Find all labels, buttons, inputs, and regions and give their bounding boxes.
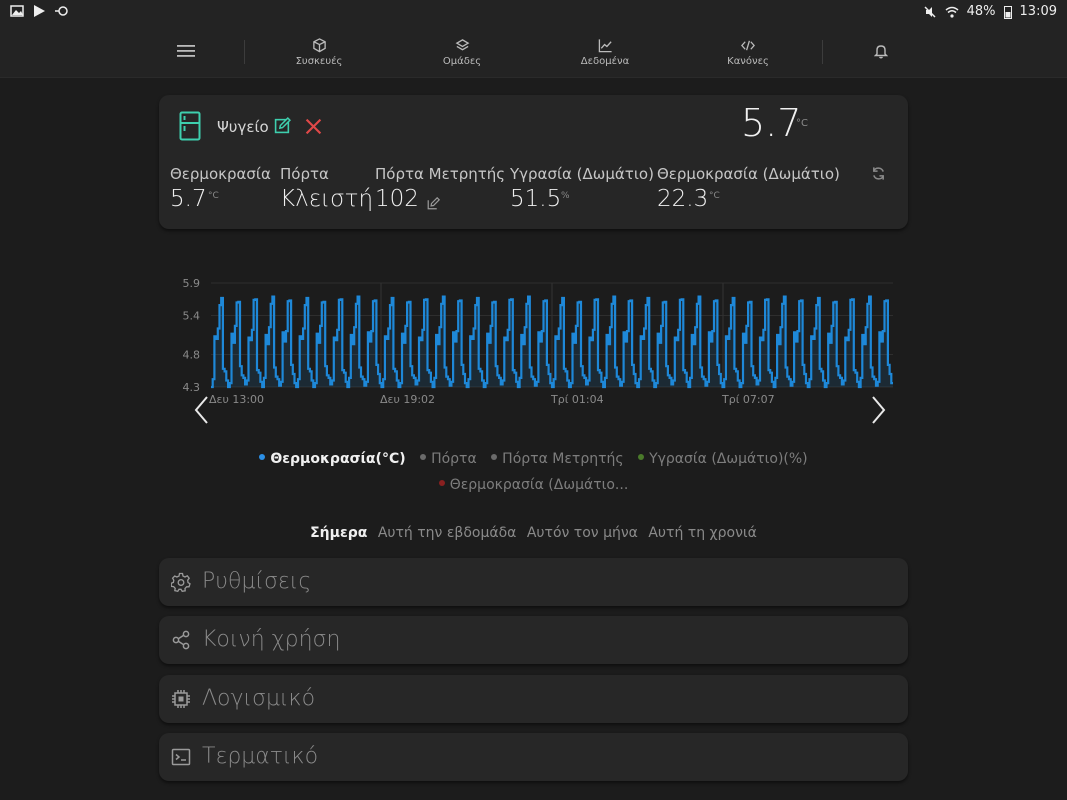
- section-settings-label: Ρυθμίσεις: [202, 569, 312, 594]
- legend-label: Πόρτα: [431, 451, 477, 467]
- code-icon: [741, 40, 755, 50]
- tab-data[interactable]: Δεδομένα: [565, 26, 645, 78]
- clock: 13:09: [1019, 4, 1057, 19]
- legend-item-room-temperature[interactable]: Θερμοκρασία (Δωμάτιο...: [438, 475, 629, 495]
- section-terminal-label: Τερματικό: [202, 744, 319, 769]
- menu-icon: [177, 44, 195, 57]
- sync-icon: [55, 6, 68, 16]
- range-week[interactable]: Αυτή την εβδομάδα: [378, 525, 517, 541]
- menu-button[interactable]: [170, 26, 202, 78]
- metric-room-temperature-label: Θερμοκρασία (Δωμάτιο): [657, 165, 840, 183]
- chip-icon: [172, 690, 190, 708]
- x-tick-label: Τρί 01:04: [550, 393, 604, 406]
- battery-level: 48%: [966, 4, 996, 19]
- metric-room-humidity-value: 51.5: [510, 186, 562, 212]
- main-temperature-value: 5.7: [741, 101, 802, 145]
- wifi-icon: [945, 6, 959, 18]
- tab-devices-label: Συσκευές: [295, 55, 343, 67]
- play-store-icon: [34, 5, 45, 17]
- y-tick-label: 5.4: [183, 310, 201, 323]
- image-icon: [10, 5, 24, 17]
- chart-canvas: 5.9 5.4 4.8 4.3 Δευ 13:00 Δευ 19:02 Τρί 01:04…: [183, 277, 893, 424]
- chart-legend: Θερμοκρασία(°C) Πόρτα Πόρτα Μετρητής Υγρ…: [0, 449, 1067, 501]
- y-tick-label: 5.9: [183, 277, 201, 290]
- range-year[interactable]: Αυτή τη χρονιά: [648, 525, 757, 541]
- legend-dot: [438, 480, 445, 486]
- metric-temperature-value: 5.7: [170, 186, 207, 212]
- legend-item-door-counter[interactable]: Πόρτα Μετρητής: [491, 449, 624, 469]
- metric-door-value: Κλειστή: [280, 186, 374, 212]
- legend-label: Θερμοκρασία (Δωμάτιο...: [449, 477, 629, 493]
- section-software-label: Λογισμικό: [202, 686, 316, 711]
- tab-devices[interactable]: Συσκευές: [279, 26, 359, 78]
- share-icon: [172, 630, 190, 650]
- metric-door-counter-label: Πόρτα Μετρητής: [375, 165, 506, 183]
- main-temperature-unit: °C: [796, 118, 808, 129]
- section-sharing[interactable]: Κοινή χρήση: [159, 616, 908, 664]
- metric-temperature-unit: °C: [208, 191, 219, 201]
- legend-dot: [420, 454, 427, 460]
- section-settings[interactable]: Ρυθμίσεις: [159, 558, 908, 606]
- metric-door-label: Πόρτα: [280, 165, 329, 183]
- legend-dot: [491, 454, 498, 460]
- battery-icon: [1003, 5, 1012, 19]
- section-software[interactable]: Λογισμικό: [159, 675, 908, 723]
- status-bar: 48% 13:09: [0, 0, 1067, 26]
- legend-dot: [259, 454, 266, 460]
- section-terminal[interactable]: Τερματικό: [159, 733, 908, 781]
- fridge-icon: [179, 111, 201, 141]
- tab-data-label: Δεδομένα: [580, 55, 630, 67]
- legend-item-temperature[interactable]: Θερμοκρασία(°C): [259, 449, 406, 469]
- tab-groups-label: Ομάδες: [442, 55, 482, 67]
- range-today[interactable]: Σήμερα: [310, 525, 367, 541]
- device-card: Ψυγείο 5.7 °C Θερμοκρασία 5.7 °C Πόρτα Κ…: [159, 95, 908, 229]
- delete-icon[interactable]: [305, 118, 322, 135]
- legend-dot: [638, 454, 645, 460]
- range-month[interactable]: Αυτόν τον μήνα: [527, 525, 638, 541]
- legend-item-room-humidity[interactable]: Υγρασία (Δωμάτιο)(%): [638, 449, 808, 469]
- edit-icon[interactable]: [274, 117, 291, 134]
- x-tick-label: Δευ 19:02: [380, 393, 435, 406]
- nav-divider: [244, 40, 245, 64]
- legend-label: Πόρτα Μετρητής: [502, 451, 624, 467]
- bell-icon: [874, 44, 888, 58]
- refresh-icon[interactable]: [871, 166, 886, 181]
- nav-divider: [822, 40, 823, 64]
- x-tick-label: Δευ 13:00: [209, 393, 264, 406]
- mute-icon: [924, 5, 936, 18]
- temperature-chart: 5.9 5.4 4.8 4.3 Δευ 13:00 Δευ 19:02 Τρί 01:04…: [0, 260, 1067, 430]
- metric-room-temperature-unit: °C: [709, 191, 720, 201]
- metric-room-temperature-value: 22.3: [657, 186, 709, 212]
- chevron-right-icon[interactable]: [872, 396, 886, 424]
- metric-room-humidity-label: Υγρασία (Δωμάτιο): [510, 165, 654, 183]
- terminal-icon: [171, 748, 191, 766]
- layers-icon: [455, 38, 469, 50]
- legend-label: Υγρασία (Δωμάτιο)(%): [649, 451, 808, 467]
- metric-door-counter-value: 102: [375, 186, 419, 212]
- x-tick-label: Τρί 07:07: [721, 393, 775, 406]
- tab-rules-label: Κανόνες: [727, 55, 769, 67]
- notifications-button[interactable]: [865, 26, 897, 78]
- tab-groups[interactable]: Ομάδες: [422, 26, 502, 78]
- device-name: Ψυγείο: [217, 118, 269, 136]
- line-chart-icon: [598, 38, 612, 52]
- y-tick-label: 4.8: [183, 349, 201, 362]
- tab-rules[interactable]: Κανόνες: [708, 26, 788, 78]
- legend-item-door[interactable]: Πόρτα: [420, 449, 477, 469]
- y-tick-label: 4.3: [183, 381, 201, 394]
- legend-label: Θερμοκρασία(°C): [270, 451, 406, 467]
- section-sharing-label: Κοινή χρήση: [202, 627, 341, 652]
- edit-counter-icon[interactable]: [427, 197, 440, 210]
- chevron-left-icon[interactable]: [194, 396, 208, 424]
- top-nav: Συσκευές Ομάδες Δεδομένα Κανόνες: [0, 26, 1067, 78]
- cube-icon: [312, 37, 326, 52]
- time-range-selector: Σήμερα Αυτή την εβδομάδα Αυτόν τον μήνα …: [0, 525, 1067, 541]
- metric-room-humidity-unit: %: [561, 191, 570, 201]
- metric-temperature-label: Θερμοκρασία: [170, 165, 271, 183]
- gear-icon: [171, 572, 191, 592]
